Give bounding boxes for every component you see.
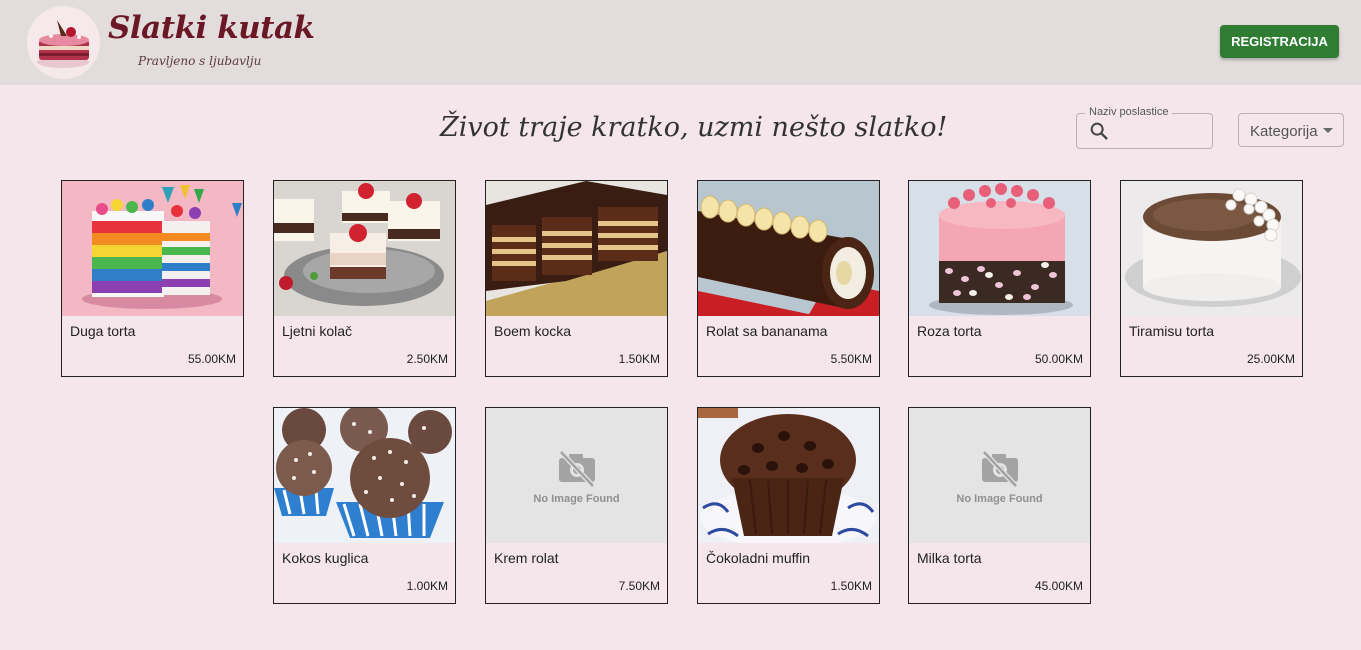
product-card[interactable]: Boem kocka 1.50KM <box>485 180 668 377</box>
product-card[interactable]: No Image Found Milka torta 45.00KM <box>908 407 1091 604</box>
product-price: 55.00KM <box>187 352 236 366</box>
category-select-label: Kategorija <box>1250 123 1318 140</box>
product-price: 50.00KM <box>1034 352 1083 366</box>
product-price: 45.00KM <box>1034 579 1083 593</box>
product-name: Duga torta <box>70 323 136 339</box>
no-image-text: No Image Found <box>956 493 1043 505</box>
product-name: Čokoladni muffin <box>706 550 811 566</box>
product-image-banana-roll <box>698 181 879 316</box>
product-price: 7.50KM <box>618 579 660 593</box>
no-image-placeholder: No Image Found <box>909 408 1090 543</box>
product-price: 1.50KM <box>618 352 660 366</box>
product-price: 1.50KM <box>830 579 872 593</box>
brand-name[interactable]: Slatki kutak <box>108 10 315 46</box>
product-name: Ljetni kolač <box>282 323 353 339</box>
product-image-pink-cake <box>909 181 1090 316</box>
product-card[interactable]: Tiramisu torta 25.00KM <box>1120 180 1303 377</box>
product-price: 1.00KM <box>406 579 448 593</box>
product-card[interactable]: Roza torta 50.00KM <box>908 180 1091 377</box>
brand-tagline: Pravljeno s ljubavlju <box>138 54 262 68</box>
product-card[interactable]: No Image Found Krem rolat 7.50KM <box>485 407 668 604</box>
product-price: 5.50KM <box>830 352 872 366</box>
product-name: Krem rolat <box>494 550 559 566</box>
logo-cake-icon[interactable] <box>27 6 100 79</box>
product-name: Kokos kuglica <box>282 550 369 566</box>
product-card[interactable]: Duga torta 55.00KM <box>61 180 244 377</box>
product-price: 25.00KM <box>1246 352 1295 366</box>
product-name: Roza torta <box>917 323 982 339</box>
no-image-icon <box>982 450 1018 488</box>
product-image-boem-kocka <box>486 181 667 316</box>
search-field-label: Naziv poslastice <box>1085 106 1173 118</box>
product-image-coconut-balls <box>274 408 455 543</box>
product-card[interactable]: Kokos kuglica 1.00KM <box>273 407 456 604</box>
no-image-text: No Image Found <box>533 493 620 505</box>
product-name: Milka torta <box>917 550 982 566</box>
product-image-chocolate-muffin <box>698 408 879 543</box>
product-name: Tiramisu torta <box>1129 323 1215 339</box>
product-card[interactable]: Ljetni kolač 2.50KM <box>273 180 456 377</box>
product-name: Rolat sa bananama <box>706 323 828 339</box>
product-card[interactable]: Rolat sa bananama 5.50KM <box>697 180 880 377</box>
product-image-tiramisu-cake <box>1121 181 1302 316</box>
product-name: Boem kocka <box>494 323 572 339</box>
page-headline: Život traje kratko, uzmi nešto slatko! <box>440 112 948 143</box>
product-image-rainbow-cake <box>62 181 243 316</box>
product-price: 2.50KM <box>406 352 448 366</box>
dropdown-arrow-icon <box>1323 128 1333 133</box>
product-image-summer-cake <box>274 181 455 316</box>
search-icon <box>1088 120 1110 142</box>
app-header: Slatki kutak Pravljeno s ljubavlju REGIS… <box>0 0 1361 85</box>
no-image-placeholder: No Image Found <box>486 408 667 543</box>
search-input[interactable] <box>1114 118 1210 144</box>
product-card[interactable]: Čokoladni muffin 1.50KM <box>697 407 880 604</box>
register-button[interactable]: REGISTRACIJA <box>1220 25 1339 58</box>
no-image-icon <box>559 450 595 488</box>
